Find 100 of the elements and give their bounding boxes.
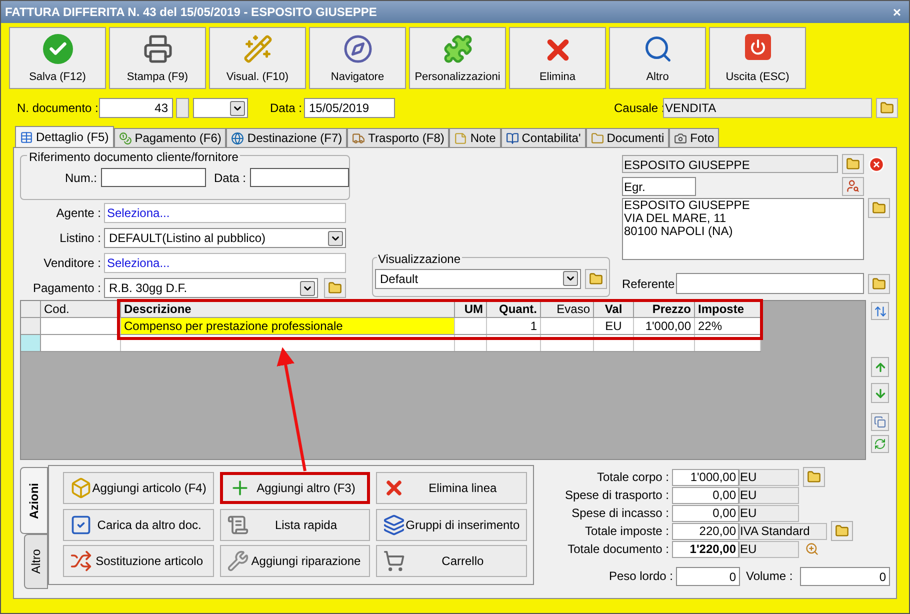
action-button[interactable]: Aggiungi altro (F3) <box>220 472 370 504</box>
action-button[interactable]: Sostituzione articolo <box>63 545 214 578</box>
reference-date-field[interactable] <box>250 168 349 187</box>
sort-button[interactable] <box>871 302 890 320</box>
folder-icon <box>880 101 894 115</box>
copy-button[interactable] <box>871 413 890 431</box>
shuffle-icon <box>70 550 92 572</box>
toolbar-button[interactable]: Navigatore <box>309 27 406 89</box>
toolbar-button[interactable]: Salva (F12) <box>9 27 106 89</box>
toolbar-button[interactable]: Visual. (F10) <box>209 27 306 89</box>
folder-button[interactable] <box>876 98 898 118</box>
layers-icon <box>383 514 406 536</box>
checkbox-icon <box>70 514 92 536</box>
cart-icon <box>383 550 406 572</box>
amount-field: 220,00 <box>672 522 739 540</box>
field-label: Totale imposte : <box>584 523 670 540</box>
folder-icon <box>835 524 849 538</box>
row-header-cell[interactable] <box>21 318 41 334</box>
tab[interactable]: Note <box>449 128 501 147</box>
volume-field[interactable]: 0 <box>800 566 890 586</box>
wrench-icon <box>226 550 249 572</box>
toolbar-button[interactable]: Uscita (ESC) <box>709 27 806 89</box>
tab[interactable]: Foto <box>669 128 720 147</box>
reference-number-field[interactable] <box>101 168 206 187</box>
weight-field[interactable]: 0 <box>676 566 740 586</box>
amount-field: 1'000,00 <box>672 468 739 486</box>
tab[interactable]: Destinazione (F7) <box>226 128 348 147</box>
toolbar-button[interactable]: Stampa (F9) <box>109 27 206 89</box>
field-label: Referente <box>622 276 672 292</box>
tab[interactable]: Trasporto (F8) <box>347 128 450 147</box>
box-icon <box>70 477 92 499</box>
column-header[interactable]: Val <box>594 301 634 317</box>
side-tab[interactable]: Altro <box>24 534 48 589</box>
view-dropdown[interactable]: Default <box>375 268 581 288</box>
person-search-button[interactable] <box>842 176 864 196</box>
side-tab[interactable]: Azioni <box>20 467 48 534</box>
action-button[interactable]: Carrello <box>376 545 527 578</box>
salutation-field[interactable]: Egr. <box>622 176 696 196</box>
dropdown-field[interactable]: R.B. 30gg D.F. <box>104 278 318 298</box>
move-down-button[interactable] <box>871 383 890 403</box>
action-button[interactable]: Carica da altro doc. <box>63 508 214 541</box>
compass-icon <box>342 34 372 64</box>
book-icon <box>506 132 519 144</box>
document-number-field[interactable]: 43 <box>99 98 173 118</box>
tab[interactable]: Dettaglio (F5) <box>15 126 114 147</box>
select-field[interactable]: Seleziona... <box>104 203 346 223</box>
toolbar-button[interactable]: Elimina <box>509 27 606 89</box>
action-button[interactable]: Elimina linea <box>376 472 527 504</box>
column-header[interactable]: Quant. <box>487 301 541 317</box>
table-cell: 1 <box>487 318 541 334</box>
remove-icon[interactable] <box>868 156 885 172</box>
caret-icon <box>328 230 343 246</box>
folder-button[interactable] <box>868 198 890 218</box>
amount-field: 1'220,00 <box>672 540 739 558</box>
select-field[interactable]: Seleziona... <box>104 253 346 273</box>
column-header[interactable]: Imposte <box>695 301 761 317</box>
tab[interactable]: Contabilita' <box>500 128 586 147</box>
field-label: Spese di trasporto : <box>564 487 670 504</box>
contact-field[interactable] <box>676 273 864 294</box>
date-field[interactable]: 15/05/2019 <box>304 98 395 118</box>
toolbar-button[interactable]: Altro <box>609 27 706 89</box>
customer-name-field[interactable]: ESPOSITO GIUSEPPE <box>622 155 838 173</box>
field-label: Totale documento : <box>566 541 670 558</box>
address-line: ESPOSITO GIUSEPPE <box>624 199 751 212</box>
column-header[interactable]: Evaso <box>541 301 594 317</box>
folder-button[interactable] <box>585 268 607 288</box>
action-button[interactable]: Lista rapida <box>220 508 370 541</box>
causale-field[interactable]: VENDITA <box>663 98 872 118</box>
tab[interactable]: Documenti <box>586 128 670 147</box>
move-up-button[interactable] <box>871 357 890 377</box>
tab[interactable]: Pagamento (F6) <box>114 128 226 147</box>
scroll-icon <box>226 514 249 536</box>
dropdown-field[interactable]: DEFAULT(Listino al pubblico) <box>104 228 346 248</box>
folder-button[interactable] <box>803 467 825 487</box>
zoom-button[interactable] <box>803 540 820 558</box>
series-dropdown[interactable] <box>193 98 248 118</box>
action-button[interactable]: Aggiungi articolo (F4) <box>63 472 214 504</box>
folder-button[interactable] <box>842 154 864 174</box>
refresh-button[interactable] <box>871 435 890 453</box>
unit-field: EU <box>739 468 799 486</box>
folder-icon <box>872 276 886 290</box>
address-line: VIA DEL MARE, 11 <box>624 212 728 225</box>
action-button[interactable]: Aggiungi riparazione <box>220 545 370 578</box>
column-header[interactable]: Descrizione <box>121 301 455 317</box>
folder-button[interactable] <box>868 274 890 294</box>
table-cell: 1'000,00 <box>634 318 695 334</box>
address-box[interactable]: ESPOSITO GIUSEPPE VIA DEL MARE, 11 80100 NAPOLI (NA) <box>622 198 864 260</box>
note-icon <box>454 132 468 144</box>
folder-button[interactable] <box>831 521 853 541</box>
toolbar-button[interactable]: Personalizzazioni <box>409 27 506 89</box>
action-button[interactable]: Gruppi di inserimento <box>376 508 527 541</box>
column-header[interactable]: UM <box>455 301 487 317</box>
field-label: Peso lordo : <box>608 568 674 585</box>
folder-button[interactable] <box>324 278 346 298</box>
folder-icon <box>328 281 342 295</box>
column-header[interactable]: Prezzo <box>634 301 695 317</box>
small-button[interactable] <box>176 98 189 118</box>
power-icon <box>744 34 770 60</box>
printer-icon <box>142 34 172 64</box>
column-header[interactable]: Cod. <box>41 301 121 317</box>
